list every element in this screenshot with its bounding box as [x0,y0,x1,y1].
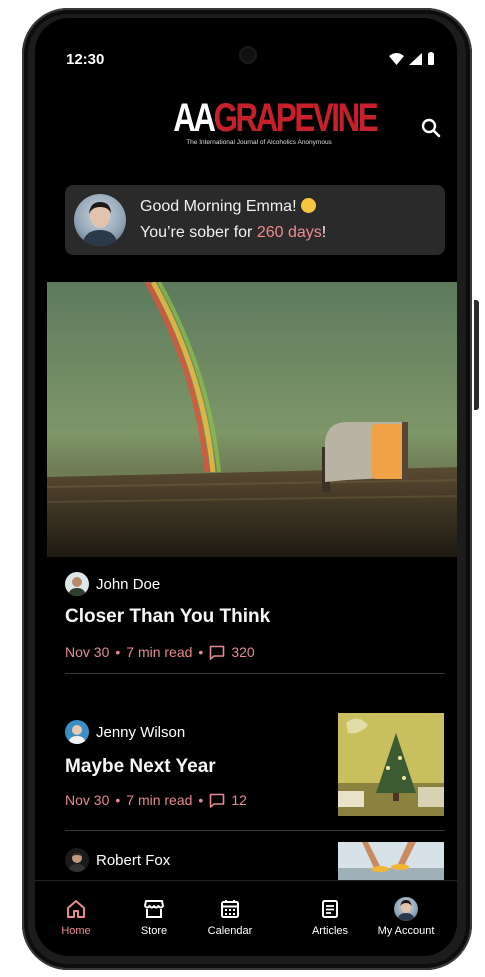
sobriety-counter: You’re sober for 260 days! [140,224,327,241]
comment-icon [210,793,225,808]
divider [65,830,445,831]
author-name: Jenny Wilson [96,723,186,741]
rainbow-mailbox-photo [47,282,457,557]
logo-wordmark: AAGRAPEVINE [173,96,378,140]
article-date: Nov 30 [65,644,110,660]
search-icon [421,118,441,138]
user-photo [82,202,118,246]
author-name: Robert Fox [96,851,171,869]
greeting-card: Good Morning Emma! You’re sober for 260 … [65,185,445,255]
christmas-tree-photo [338,713,444,816]
logo-subtitle: The International Journal of Alcoholics … [186,139,332,146]
featured-article-image[interactable] [47,282,457,557]
store-icon [144,900,164,918]
account-avatar [394,897,418,921]
greeting-title: Good Morning Emma! [140,198,316,216]
article-meta: Nov 30 • 7 min read • 12 [65,792,247,808]
nav-articles[interactable]: Articles [295,897,365,937]
comment-count: 12 [231,792,247,808]
meta-separator: • [198,792,204,808]
divider [65,673,445,674]
cell-signal-icon [409,52,422,65]
author-name: John Doe [96,575,161,593]
meta-separator: • [115,792,121,808]
nav-calendar[interactable]: Calendar [195,897,265,937]
phone-side-button [474,300,479,410]
article-date: Nov 30 [65,792,110,808]
article-author[interactable]: John Doe [65,572,160,596]
article-title[interactable]: Closer Than You Think [65,606,270,628]
author-avatar [65,572,89,596]
article-thumbnail[interactable] [338,713,444,816]
aa-grapevine-logo: AAGRAPEVINE The International Journal of… [149,96,378,146]
meta-separator: • [198,644,204,660]
meta-separator: • [115,644,121,660]
calendar-icon [221,900,239,918]
search-button[interactable] [417,114,445,142]
article-author[interactable]: Robert Fox [65,848,170,872]
home-icon [67,900,85,918]
status-time: 12:30 [66,51,105,68]
article-title[interactable]: Maybe Next Year [65,756,216,778]
author-avatar [65,720,89,744]
comment-count: 320 [231,644,255,660]
wifi-icon [389,52,404,65]
status-bar: 12:30 [35,48,457,72]
article-read-time: 7 min read [126,644,193,660]
comment-icon [210,645,225,660]
article-read-time: 7 min read [126,792,193,808]
sober-days: 260 days [256,224,322,241]
article-thumbnail[interactable] [338,842,444,880]
nav-store[interactable]: Store [119,897,189,937]
nav-my-account[interactable]: My Account [371,897,441,937]
status-icons [389,52,435,65]
phone-screen: 12:30 AAGRAPEVINE The International Jour… [35,18,457,956]
article-author[interactable]: Jenny Wilson [65,720,185,744]
author-avatar [65,848,89,872]
articles-icon [322,900,338,918]
nav-home[interactable]: Home [41,897,111,937]
smile-emoji-icon [300,198,316,213]
running-feet-photo [338,842,444,880]
article-meta: Nov 30 • 7 min read • 320 [65,644,255,660]
user-avatar[interactable] [74,194,126,246]
battery-icon [428,52,434,65]
bottom-navigation: Home Store Calendar Articles My Account [35,880,457,956]
